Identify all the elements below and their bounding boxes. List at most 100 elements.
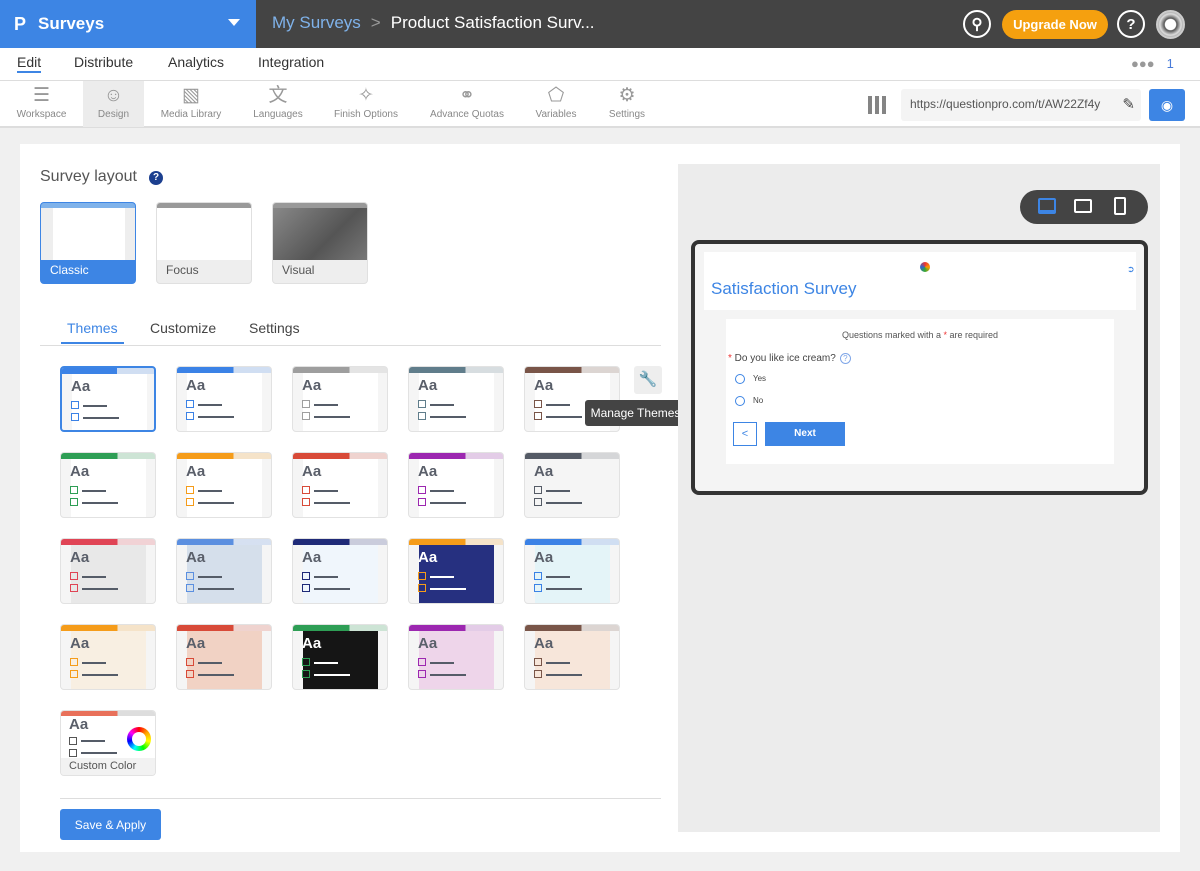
question-text: Do you like ice cream? <box>734 353 836 364</box>
tab-themes[interactable]: Themes <box>61 320 124 344</box>
checkbox-icon <box>302 400 310 408</box>
checkbox-icon <box>302 584 310 592</box>
survey-url-field[interactable]: https://questionpro.com/t/AW22Zf4y ✎ <box>901 89 1141 121</box>
line <box>198 674 234 676</box>
wrench-icon: 🔧 <box>638 371 658 388</box>
theme-sample-text: Aa <box>534 549 554 566</box>
question: * Do you like ice cream?? <box>728 353 851 364</box>
theme-sample-text: Aa <box>69 716 89 733</box>
tool-languages[interactable]: 文 Languages <box>248 81 308 127</box>
magic-wand-icon: ✧ <box>358 85 374 106</box>
option-no[interactable]: No <box>735 396 763 406</box>
theme-card[interactable]: Aa <box>176 366 272 432</box>
line <box>314 674 350 676</box>
help-button[interactable]: ? <box>1117 10 1145 38</box>
tab-customize[interactable]: Customize <box>150 320 216 336</box>
search-icon: ⚲ <box>971 16 983 33</box>
theme-card[interactable]: Aa <box>292 452 388 518</box>
question-help-icon[interactable]: ? <box>839 353 851 364</box>
search-button[interactable]: ⚲ <box>963 10 991 38</box>
image-icon: ▧ <box>182 85 200 106</box>
theme-stripe <box>525 453 619 459</box>
theme-card[interactable]: Aa <box>408 452 504 518</box>
checkbox-icon <box>69 737 77 745</box>
theme-card[interactable]: Aa <box>292 624 388 690</box>
theme-sample-text: Aa <box>534 463 554 480</box>
checkbox-icon <box>186 400 194 408</box>
checkbox-icon <box>534 584 542 592</box>
theme-card[interactable]: Aa <box>60 538 156 604</box>
theme-card[interactable]: Aa <box>176 538 272 604</box>
tool-label: Media Library <box>160 109 222 120</box>
palette-icon: ☺ <box>103 85 124 106</box>
next-button[interactable]: Next <box>765 422 845 446</box>
theme-card[interactable]: Aa <box>524 538 620 604</box>
layout-visual[interactable]: Visual <box>272 202 368 284</box>
nav-distribute[interactable]: Distribute <box>74 54 133 70</box>
tab-settings[interactable]: Settings <box>249 320 300 336</box>
help-icon[interactable]: ? <box>149 171 163 185</box>
desktop-icon[interactable] <box>1038 198 1056 214</box>
custom-color-theme[interactable]: Aa Custom Color <box>60 710 156 776</box>
tool-advance-quotas[interactable]: ⚭ Advance Quotas <box>425 81 509 127</box>
theme-card[interactable]: Aa <box>60 624 156 690</box>
tool-variables[interactable]: ⬠ Variables <box>530 81 582 127</box>
checkbox-icon <box>418 670 426 678</box>
translate-icon: 文 <box>268 85 288 106</box>
device-toggle <box>1020 190 1148 224</box>
theme-card[interactable]: Aa <box>176 624 272 690</box>
radio-icon <box>735 396 745 406</box>
checkbox-icon <box>418 400 426 408</box>
theme-card[interactable]: Aa <box>60 452 156 518</box>
tool-workspace[interactable]: ☰ Workspace <box>10 81 73 127</box>
tool-design[interactable]: ☺ Design <box>83 81 144 127</box>
theme-card[interactable]: Aa <box>408 366 504 432</box>
required-note-text: are required <box>947 330 999 340</box>
preview-button[interactable]: ◉ <box>1149 89 1185 121</box>
line <box>314 588 350 590</box>
theme-card[interactable]: Aa <box>60 366 156 432</box>
save-apply-button[interactable]: Save & Apply <box>60 809 161 840</box>
theme-card[interactable]: Aa <box>408 624 504 690</box>
checkbox-icon <box>418 498 426 506</box>
theme-card[interactable]: Aa <box>292 366 388 432</box>
layout-focus[interactable]: Focus <box>156 202 252 284</box>
checkbox-icon <box>186 658 194 666</box>
exit-icon[interactable]: ➲ <box>1127 264 1135 275</box>
theme-card[interactable]: Aa <box>292 538 388 604</box>
line <box>82 674 118 676</box>
layout-classic[interactable]: Classic <box>40 202 136 284</box>
pencil-icon[interactable]: ✎ <box>1122 95 1135 113</box>
tool-media-library[interactable]: ▧ Media Library <box>155 81 227 127</box>
back-button[interactable]: < <box>733 422 757 446</box>
qr-code-icon[interactable] <box>868 96 886 114</box>
theme-card[interactable]: Aa <box>524 624 620 690</box>
option-yes[interactable]: Yes <box>735 374 766 384</box>
theme-card[interactable]: Aa <box>408 538 504 604</box>
upgrade-now-button[interactable]: Upgrade Now <box>1002 10 1108 39</box>
manage-themes-button[interactable]: 🔧 <box>634 366 662 394</box>
theme-stripe <box>293 625 387 631</box>
nav-analytics[interactable]: Analytics <box>168 54 224 70</box>
theme-stripe <box>409 625 503 631</box>
theme-stripe <box>62 368 154 374</box>
app-switcher[interactable]: P Surveys <box>0 0 256 48</box>
survey-url: https://questionpro.com/t/AW22Zf4y <box>910 97 1101 111</box>
theme-stripe <box>61 539 155 545</box>
theme-card[interactable]: Aa <box>176 452 272 518</box>
tool-settings[interactable]: ⚙ Settings <box>603 81 651 127</box>
checkbox-icon <box>418 412 426 420</box>
avatar[interactable] <box>1156 10 1185 39</box>
breadcrumb-my-surveys[interactable]: My Surveys <box>272 13 361 32</box>
color-wheel-icon <box>127 727 151 751</box>
tab-divider <box>40 345 661 346</box>
line <box>546 490 570 492</box>
nav-edit[interactable]: Edit <box>17 54 42 73</box>
checkbox-icon <box>186 498 194 506</box>
collaborators[interactable]: ●●● 1 <box>1131 56 1174 71</box>
tablet-icon[interactable] <box>1074 199 1092 213</box>
nav-integration[interactable]: Integration <box>258 54 324 70</box>
mobile-icon[interactable] <box>1114 197 1126 215</box>
tool-finish-options[interactable]: ✧ Finish Options <box>328 81 404 127</box>
theme-card[interactable]: Aa <box>524 452 620 518</box>
